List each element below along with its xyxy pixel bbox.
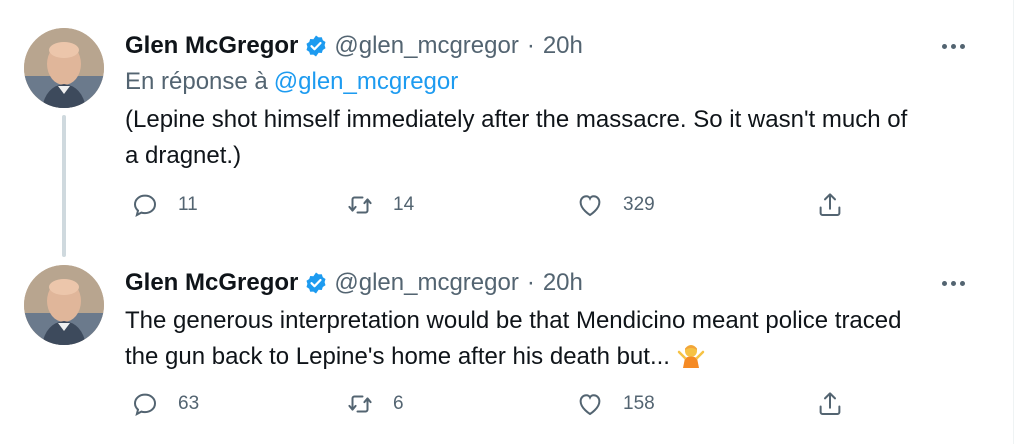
like-count: 158 — [623, 393, 655, 414]
tweet-text-line: (Lepine shot himself immediately after t… — [125, 106, 908, 133]
reply-icon — [133, 194, 157, 217]
author-handle[interactable]: @glen_mcgregor — [334, 269, 518, 297]
tweet-header: Glen McGregor @glen_mcgregor · 20h — [125, 265, 973, 301]
share-button[interactable] — [815, 190, 845, 220]
tweet-actions: 63 6 158 — [125, 389, 865, 429]
heart-icon — [579, 394, 601, 416]
heart-icon — [579, 195, 601, 217]
verified-badge-icon — [306, 272, 326, 294]
author-name[interactable]: Glen McGregor — [125, 269, 298, 297]
reply-context: En réponse à @glen_mcgregor — [125, 64, 973, 100]
author-handle[interactable]: @glen_mcgregor — [334, 32, 518, 60]
reply-button[interactable]: 11 — [130, 190, 198, 220]
tweet[interactable]: Glen McGregor @glen_mcgregor · 20h The g… — [0, 250, 1013, 444]
separator-dot: · — [526, 269, 535, 296]
reply-prefix: En réponse à — [125, 68, 268, 95]
separator-dot: · — [526, 32, 535, 59]
tweet-text-line: a dragnet.) — [125, 142, 242, 169]
author-name[interactable]: Glen McGregor — [125, 32, 298, 60]
share-icon — [819, 193, 841, 216]
share-button[interactable] — [815, 389, 845, 419]
tweet-text: (Lepine shot himself immediately after t… — [125, 102, 973, 174]
tweet[interactable]: Glen McGregor @glen_mcgregor · 20h En ré… — [0, 0, 1013, 257]
reply-count: 63 — [178, 393, 200, 414]
tweet-content: Glen McGregor @glen_mcgregor · 20h En ré… — [125, 28, 973, 174]
thread-connector — [62, 115, 66, 257]
more-options-icon[interactable] — [933, 271, 973, 295]
retweet-button[interactable]: 6 — [345, 389, 404, 419]
like-count: 329 — [623, 194, 655, 215]
more-options-icon[interactable] — [933, 34, 973, 58]
tweet-header: Glen McGregor @glen_mcgregor · 20h — [125, 28, 973, 64]
like-button[interactable]: 329 — [575, 190, 655, 220]
retweet-icon — [348, 196, 372, 214]
retweet-button[interactable]: 14 — [345, 190, 414, 220]
timestamp[interactable]: 20h — [543, 269, 583, 297]
tweet-text-line-content: the gun back to Lepine's home after his … — [125, 343, 670, 370]
reply-button[interactable]: 63 — [130, 389, 199, 419]
retweet-icon — [348, 395, 372, 413]
retweet-count: 6 — [393, 393, 404, 414]
tweet-actions: 11 14 329 — [125, 190, 865, 230]
reply-icon — [133, 393, 157, 416]
avatar[interactable] — [24, 28, 104, 108]
avatar[interactable] — [24, 265, 104, 345]
tweet-text-line: the gun back to Lepine's home after his … — [125, 339, 973, 375]
reply-count: 11 — [178, 194, 198, 215]
share-icon — [819, 392, 841, 415]
timestamp[interactable]: 20h — [543, 32, 583, 60]
like-button[interactable]: 158 — [575, 389, 655, 419]
reply-mention-link[interactable]: @glen_mcgregor — [274, 68, 458, 96]
retweet-count: 14 — [393, 194, 415, 215]
tweet-text: The generous interpretation would be tha… — [125, 303, 973, 375]
person-shrugging-emoji — [677, 345, 705, 368]
tweet-content: Glen McGregor @glen_mcgregor · 20h The g… — [125, 265, 973, 375]
tweet-text-line: The generous interpretation would be tha… — [125, 307, 902, 334]
verified-badge-icon — [306, 35, 326, 57]
